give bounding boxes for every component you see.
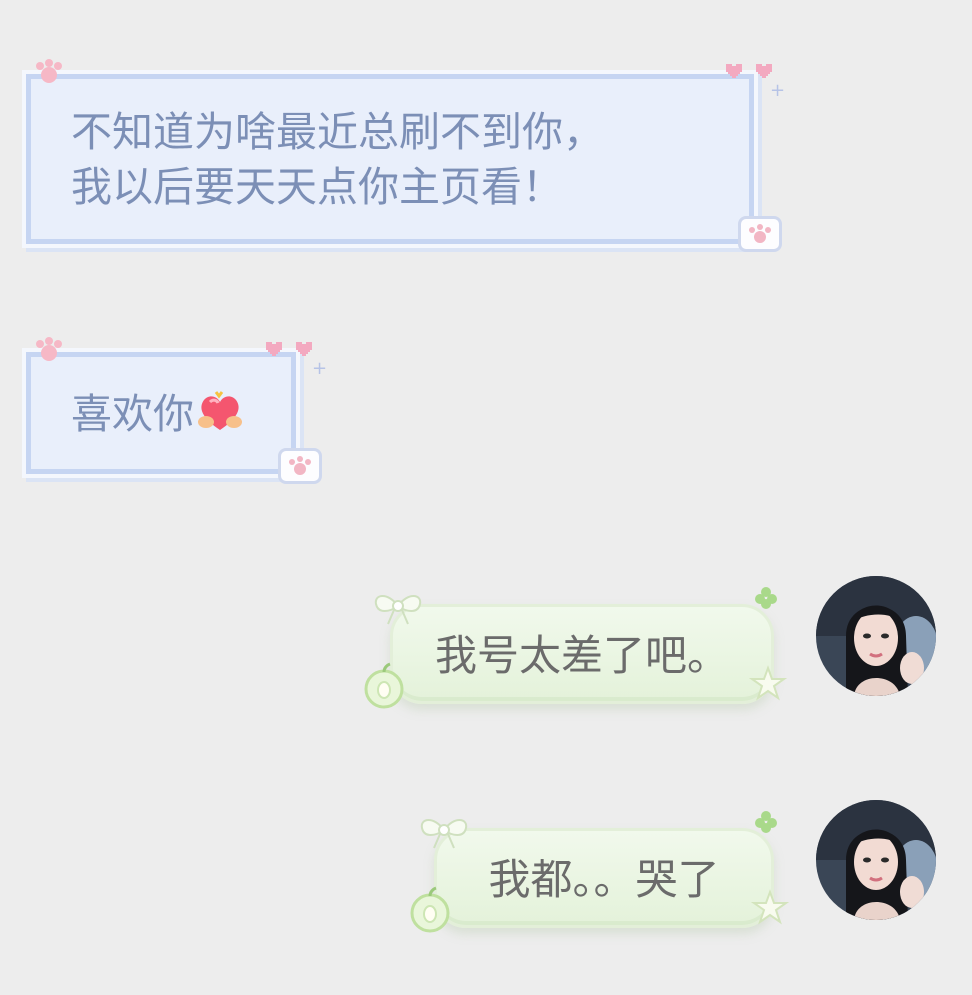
apple-icon [364, 662, 404, 709]
message-text: 我号太差了吧。 [434, 631, 729, 680]
clover-icon [755, 811, 777, 833]
heart-hands-emoji [198, 391, 242, 430]
message-bubble[interactable]: 不知道为啥最近总刷不到你， 我以后要天天点你主页看！ [26, 74, 754, 244]
message-bubble[interactable]: 我号太差了吧。 [390, 604, 774, 704]
avatar[interactable] [816, 800, 936, 920]
apple-icon [410, 886, 450, 933]
paw-icon [36, 337, 62, 361]
paw-icon [36, 59, 62, 83]
chat-view: 不知道为啥最近总刷不到你， 我以后要天天点你主页看！ + 喜欢你 + 我号太差了… [0, 0, 972, 995]
bow-icon [420, 819, 468, 849]
bow-icon [374, 595, 422, 625]
sparkle-icon: + [312, 358, 328, 379]
paw-icon [738, 216, 782, 252]
star-icon [750, 889, 790, 925]
avatar[interactable] [816, 576, 936, 696]
message-bubble[interactable]: 我都。。哭了 [434, 828, 774, 928]
message-text-line-1: 不知道为啥最近总刷不到你， [71, 108, 604, 156]
sparkle-icon: + [770, 80, 786, 101]
message-text: 喜欢你 [71, 387, 251, 442]
message-text-line-2: 我以后要天天点你主页看！ [71, 163, 563, 211]
star-icon [748, 665, 788, 701]
paw-icon [278, 448, 322, 484]
message-bubble[interactable]: 喜欢你 [26, 352, 296, 474]
clover-icon [755, 587, 777, 609]
message-text: 我都。。哭了 [488, 855, 720, 904]
